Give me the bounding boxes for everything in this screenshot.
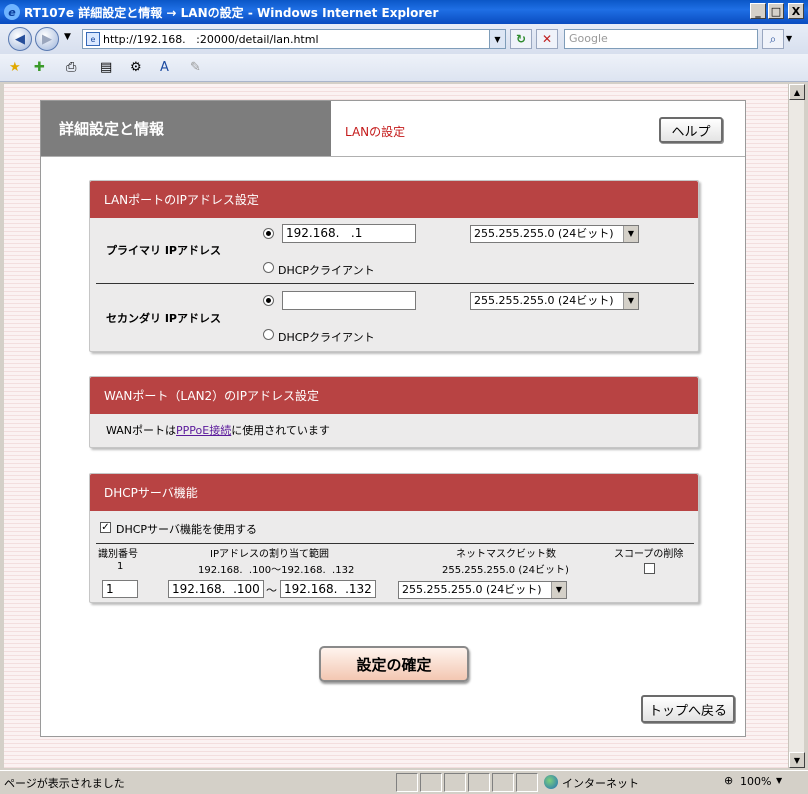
scope-delete-checkbox[interactable] — [644, 563, 655, 574]
zoom-dropdown-icon[interactable]: ▼ — [776, 776, 782, 785]
scope-row-id: 1 — [117, 561, 124, 572]
page-title: 詳細設定と情報 — [41, 101, 331, 156]
internet-zone-globe-icon — [544, 775, 558, 789]
primary-dhcp-label: DHCPクライアント — [278, 264, 375, 277]
tools-gear-icon[interactable]: ⚙ — [130, 60, 142, 75]
page-subtitle: LANの設定 — [345, 125, 406, 139]
status-cell — [396, 773, 418, 792]
dhcp-enable-checkbox[interactable]: ✓ — [100, 522, 111, 533]
refresh-button[interactable]: ↻ — [510, 29, 532, 49]
window-title-bar: e RT107e 詳細設定と情報 → LANの設定 - Windows Inte… — [0, 0, 808, 24]
wan-status-text: WANポートはPPPoE接続に使用されています — [106, 422, 330, 438]
status-text: ページが表示されました — [4, 777, 125, 790]
close-button[interactable]: X — [788, 3, 804, 19]
page-icon: e — [86, 32, 100, 46]
navigation-bar: ◀ ▶ ▼ e http://192.168. :20000/detail/la… — [0, 24, 808, 54]
favorites-star-icon[interactable]: ★ — [9, 60, 21, 75]
col-header-id: 識別番号 — [98, 549, 138, 560]
window-title: RT107e 詳細設定と情報 → LANの設定 - Windows Intern… — [24, 5, 439, 20]
search-icon[interactable]: ⌕ — [762, 29, 784, 49]
section-divider — [96, 283, 694, 284]
help-button[interactable]: ヘルプ — [659, 117, 723, 143]
secondary-mask-select[interactable]: 255.255.255.0 (24ビット) ▼ — [470, 292, 639, 310]
forward-button[interactable]: ▶ — [35, 27, 59, 51]
search-options-icon[interactable]: ▼ — [786, 34, 792, 43]
dhcp-table-divider — [96, 543, 694, 544]
page-menu-icon[interactable]: ▤ — [100, 60, 112, 75]
research-pen-icon[interactable]: ✎ — [190, 60, 201, 75]
scroll-up-icon[interactable]: ▲ — [789, 84, 805, 100]
range-end-input[interactable]: 192.168. .132 — [280, 580, 376, 598]
primary-ip-label: プライマリ IPアドレス — [106, 244, 221, 257]
scope-id-input[interactable]: 1 — [102, 580, 138, 598]
chevron-down-icon[interactable]: ▼ — [623, 293, 638, 309]
secondary-ip-label: セカンダリ IPアドレス — [106, 312, 221, 325]
history-dropdown-icon[interactable]: ▼ — [64, 32, 71, 42]
status-cell — [492, 773, 514, 792]
col-header-range: IPアドレスの割り当て範囲 — [210, 549, 329, 560]
back-to-top-button[interactable]: トップへ戻る — [641, 695, 735, 723]
dhcp-section-title: DHCPサーバ機能 — [90, 474, 698, 511]
wan-text-after: に使用されています — [231, 424, 330, 437]
secondary-dhcp-label: DHCPクライアント — [278, 331, 375, 344]
chevron-down-icon[interactable]: ▼ — [623, 226, 638, 242]
wan-ip-section: WANポート（LAN2）のIPアドレス設定 WANポートはPPPoE接続に使用さ… — [89, 376, 699, 448]
panel-header: 詳細設定と情報 LANの設定 ヘルプ — [41, 101, 745, 157]
primary-ip-input[interactable]: 192.168. .1 — [282, 224, 416, 243]
status-cell — [516, 773, 538, 792]
primary-mask-value: 255.255.255.0 (24ビット) — [474, 227, 614, 240]
vertical-scrollbar[interactable]: ▲ ▼ — [788, 84, 805, 768]
wan-text-before: WANポートは — [106, 424, 177, 437]
scope-mask-value: 255.255.255.0 (24ビット) — [402, 583, 542, 596]
zoom-magnifier-icon[interactable]: ⊕ — [724, 774, 733, 787]
status-cell — [444, 773, 466, 792]
dhcp-enable-label: DHCPサーバ機能を使用する — [116, 523, 257, 536]
lan-section-title: LANポートのIPアドレス設定 — [90, 181, 698, 218]
status-cell — [468, 773, 490, 792]
window-controls: _ □ X — [750, 3, 804, 19]
confirm-settings-button[interactable]: 設定の確定 — [319, 646, 469, 682]
scroll-down-icon[interactable]: ▼ — [789, 752, 805, 768]
primary-static-radio[interactable] — [263, 228, 274, 239]
add-favorites-icon[interactable]: ✚ — [34, 60, 45, 75]
primary-dhcp-radio[interactable] — [263, 262, 274, 273]
status-bar: ページが表示されました インターネット ⊕ 100% ▼ — [0, 770, 808, 794]
range-start-input[interactable]: 192.168. .100 — [168, 580, 264, 598]
secondary-mask-value: 255.255.255.0 (24ビット) — [474, 294, 614, 307]
address-bar[interactable]: e http://192.168. :20000/detail/lan.html… — [82, 29, 506, 49]
print-icon[interactable]: ⎙ — [66, 60, 76, 75]
back-button[interactable]: ◀ — [8, 27, 32, 51]
col-header-mask: ネットマスクビット数 — [456, 549, 556, 560]
zoom-level[interactable]: 100% — [740, 775, 771, 788]
ie-logo-icon: e — [4, 4, 20, 20]
stop-button[interactable]: ✕ — [536, 29, 558, 49]
primary-mask-select[interactable]: 255.255.255.0 (24ビット) ▼ — [470, 225, 639, 243]
scope-row-mask: 255.255.255.0 (24ビット) — [442, 565, 569, 576]
page-viewport: 詳細設定と情報 LANの設定 ヘルプ LANポートのIPアドレス設定 プライマリ… — [4, 84, 788, 768]
pppoe-link[interactable]: PPPoE接続 — [176, 424, 231, 437]
secondary-dhcp-radio[interactable] — [263, 329, 274, 340]
command-bar: ★ ✚ ⎙ ▤ ⚙ A ✎ — [0, 54, 808, 82]
maximize-button[interactable]: □ — [768, 3, 784, 19]
scope-mask-select[interactable]: 255.255.255.0 (24ビット) ▼ — [398, 581, 567, 599]
settings-panel: 詳細設定と情報 LANの設定 ヘルプ LANポートのIPアドレス設定 プライマリ… — [40, 100, 746, 737]
secondary-static-radio[interactable] — [263, 295, 274, 306]
address-url[interactable]: http://192.168. :20000/detail/lan.html — [103, 33, 319, 46]
dhcp-server-section: DHCPサーバ機能 ✓ DHCPサーバ機能を使用する 識別番号 IPアドレスの割… — [89, 473, 699, 603]
scope-row-range: 192.168. .100〜192.168. .132 — [198, 565, 355, 576]
lan-ip-section: LANポートのIPアドレス設定 プライマリ IPアドレス 192.168. .1… — [89, 180, 699, 352]
chevron-down-icon[interactable]: ▼ — [551, 582, 566, 598]
status-cell — [420, 773, 442, 792]
search-input[interactable]: Google — [564, 29, 758, 49]
col-header-delete: スコープの削除 — [614, 549, 684, 560]
font-size-icon[interactable]: A — [160, 60, 169, 75]
security-zone-text: インターネット — [562, 777, 639, 790]
minimize-button[interactable]: _ — [750, 3, 766, 19]
secondary-ip-input[interactable] — [282, 291, 416, 310]
address-dropdown-icon[interactable]: ▼ — [489, 30, 505, 48]
range-tilde: 〜 — [266, 584, 277, 597]
wan-section-title: WANポート（LAN2）のIPアドレス設定 — [90, 377, 698, 414]
